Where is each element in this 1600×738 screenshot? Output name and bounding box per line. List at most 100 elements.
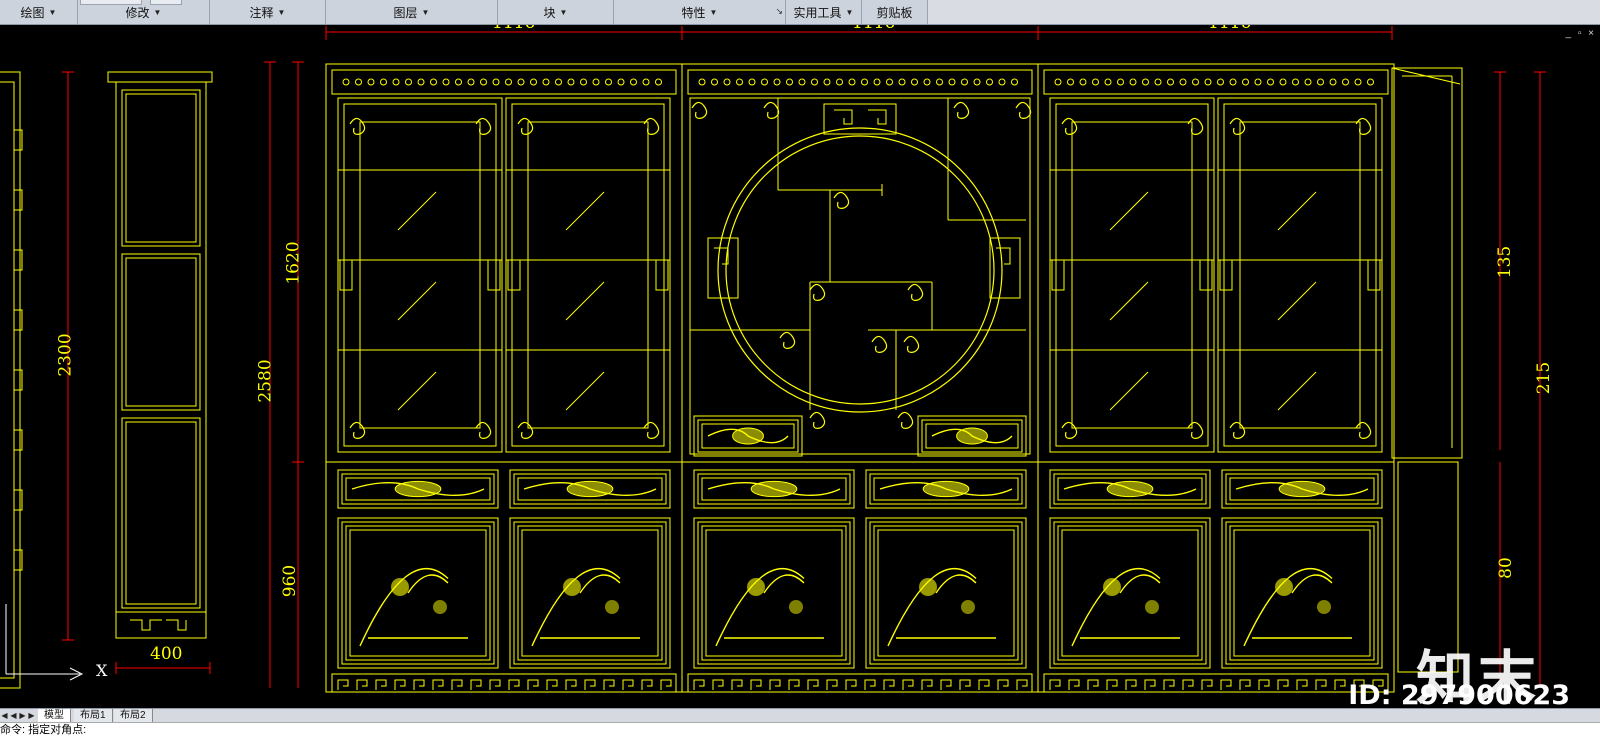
lower-door-painting <box>1071 568 1180 647</box>
fret-key <box>603 679 615 690</box>
fret-key <box>356 679 368 690</box>
curio-drawer-motif-center <box>732 427 764 445</box>
lower-door-painting-flower <box>1103 578 1121 596</box>
shelf-bracket-carving <box>897 411 914 429</box>
panel-annotate-label: 注释 <box>249 5 274 20</box>
fret-key <box>1068 679 1080 690</box>
side-cabinet-panel-top <box>121 89 201 247</box>
tab-last-icon[interactable]: ▶ <box>27 709 36 723</box>
lower-door-painting <box>715 568 824 647</box>
glass-reflection-mark <box>397 191 437 231</box>
fret-key <box>1144 679 1156 690</box>
cornice-carving <box>580 78 587 86</box>
glass-door <box>1055 103 1209 447</box>
tab-next-icon[interactable]: ▶ <box>18 709 27 723</box>
cornice-carving <box>1079 78 1087 86</box>
side-cabinet-panel-mid <box>121 253 201 411</box>
dim-text-960: 960 <box>280 564 301 598</box>
chevron-down-icon: ▼ <box>709 7 718 17</box>
panel-draw-label: 绘图 <box>20 5 45 20</box>
side-cabinet-base <box>115 611 207 639</box>
cornice-carving <box>711 78 718 86</box>
cornice-carving <box>723 78 731 86</box>
cornice-carving <box>1267 78 1274 86</box>
fret-key <box>337 679 349 690</box>
fret-key <box>1016 679 1028 690</box>
command-prompt-text: 命令: 指定对角点: <box>0 724 87 736</box>
cornice-carving <box>961 78 968 86</box>
fret-key <box>921 679 933 690</box>
cornice-carving <box>1304 78 1312 86</box>
side-cabinet-panel-top-inner <box>125 93 197 243</box>
lower-door-painting-flower <box>605 600 619 614</box>
tab-layout1[interactable]: 布局1 <box>74 709 113 722</box>
cornice-carving <box>773 78 781 86</box>
fret-key <box>527 679 539 690</box>
chevron-down-icon: ▼ <box>845 7 854 17</box>
cornice-carving <box>1354 78 1362 86</box>
cornice-carving <box>430 78 437 86</box>
fret-key <box>864 679 876 690</box>
side-carving <box>1199 259 1213 291</box>
dialog-launcher-icon[interactable]: ↘ <box>775 6 783 17</box>
cornice-carving <box>1154 78 1162 86</box>
cornice-carving <box>1242 78 1249 86</box>
tab-first-icon[interactable]: ◀ <box>0 709 9 723</box>
command-line[interactable]: 命令: 指定对角点: <box>0 722 1600 738</box>
shelf-bracket-carving <box>953 101 970 119</box>
cornice-carving <box>748 78 756 86</box>
panel-clipboard[interactable]: 剪贴板 <box>862 0 928 24</box>
cornice-carving <box>1292 78 1299 86</box>
tab-layout2[interactable]: 布局2 <box>114 709 153 722</box>
fret-key <box>1182 679 1194 690</box>
glass-door <box>343 103 497 447</box>
glass-pane <box>1239 121 1361 429</box>
drawing-canvas[interactable]: 1116 1116 1116 2300 400 1620 2580 960 13… <box>0 25 1600 708</box>
panel-layers[interactable]: 图层 ▼ <box>326 0 498 24</box>
shelf-bracket-carving <box>691 101 708 119</box>
corner-carving <box>1229 421 1246 439</box>
watermark-id: ID: 297900623 <box>1348 680 1570 711</box>
panel-modify[interactable]: 修改 ▼ <box>78 0 210 24</box>
cornice-carving <box>798 78 806 86</box>
glass-door <box>1049 97 1215 453</box>
panel-utilities[interactable]: 实用工具 ▼ <box>786 0 862 24</box>
lower-door <box>701 525 847 661</box>
fret-key <box>1220 679 1232 690</box>
cornice-carving <box>736 78 743 86</box>
cornice-carving <box>517 78 525 86</box>
fret-key <box>622 679 634 690</box>
glass-reflection-mark <box>565 371 605 411</box>
lower-door <box>873 525 1019 661</box>
cornice-carving <box>1167 78 1174 86</box>
panel-block-label: 块 <box>543 5 556 20</box>
fret-key <box>1277 679 1289 690</box>
panel-properties-label: 特性 <box>681 5 706 20</box>
cornice-carving <box>786 78 793 86</box>
panel-draw[interactable]: 绘图 ▼ <box>0 0 78 24</box>
glass-door <box>1217 97 1383 453</box>
cornice-carving <box>873 78 881 86</box>
cornice-carving <box>1329 78 1337 86</box>
glass-reflection-mark <box>1109 191 1149 231</box>
cornice-carving <box>823 78 831 86</box>
fret-key <box>508 679 520 690</box>
fret-key <box>997 679 1009 690</box>
glass-reflection-mark <box>1109 371 1149 411</box>
tab-prev-icon[interactable]: ◀ <box>9 709 18 723</box>
glass-door <box>511 103 665 447</box>
panel-properties[interactable]: 特性 ▼ ↘ <box>614 0 786 24</box>
panel-annotate[interactable]: 注释 ▼ <box>210 0 326 24</box>
cornice-carving <box>655 78 662 86</box>
lower-door-painting <box>1243 568 1352 647</box>
glass-reflection-mark <box>1277 191 1317 231</box>
tab-model[interactable]: 模型 <box>38 709 71 722</box>
cornice-carving <box>567 78 575 86</box>
lower-door <box>705 529 843 657</box>
fret-key <box>1125 679 1137 690</box>
panel-block[interactable]: 块 ▼ <box>498 0 614 24</box>
lower-door <box>337 517 499 669</box>
corner-carving <box>349 421 366 439</box>
viewport-window-controls[interactable]: _ ▫ × <box>1565 28 1596 39</box>
lower-door <box>877 529 1015 657</box>
